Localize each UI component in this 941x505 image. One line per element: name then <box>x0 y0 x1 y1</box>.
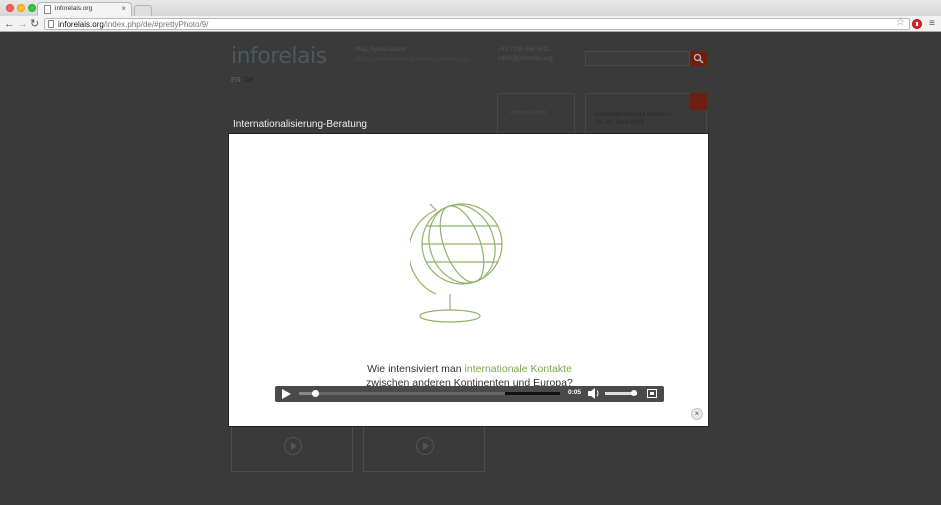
progress-handle[interactable] <box>311 390 319 397</box>
tagline: Maßgeschneiderte Beratungsleistungen <box>355 57 470 63</box>
play-icon[interactable] <box>416 437 434 455</box>
rss-icon[interactable] <box>690 93 707 110</box>
new-tab-button[interactable] <box>134 5 152 16</box>
page-icon <box>48 20 54 28</box>
profile-label: inforelais Profil <box>510 110 547 116</box>
email-link[interactable]: office@inforelais.org <box>498 56 553 62</box>
back-arrow-icon[interactable]: ← <box>4 17 15 31</box>
star-icon[interactable]: ☆ <box>896 16 905 29</box>
window-maximize-button[interactable] <box>28 4 36 12</box>
window-close-button[interactable] <box>6 4 14 12</box>
window-minimize-button[interactable] <box>17 4 25 12</box>
loaded-bar <box>505 392 560 395</box>
search-input[interactable] <box>585 51 690 66</box>
language-de[interactable]: DE <box>244 77 254 84</box>
play-icon[interactable] <box>284 437 302 455</box>
lightbox: Wie intensiviert man internationale Kont… <box>228 133 709 427</box>
language-en[interactable]: EN <box>231 77 241 84</box>
progress-bar[interactable] <box>299 390 560 397</box>
volume-icon[interactable] <box>587 387 601 400</box>
site-logo[interactable]: inforelais <box>231 44 327 69</box>
reload-icon[interactable]: ↻ <box>30 17 39 31</box>
volume-handle[interactable] <box>630 390 637 396</box>
close-button[interactable]: × <box>691 408 703 420</box>
search-icon <box>693 53 704 64</box>
play-button[interactable] <box>282 389 291 399</box>
phone-number: +43 7235 666 5411 <box>498 47 550 53</box>
event-title[interactable]: European Culture Forum – 19.-20. April 2… <box>595 111 690 127</box>
browser-titlebar: inforelais.org × <box>0 0 941 16</box>
forward-arrow-icon[interactable]: → <box>17 17 28 31</box>
tab-close-icon[interactable]: × <box>121 4 126 14</box>
browser-toolbar: ← → ↻ inforelais.org/index.php/de/#prett… <box>0 16 941 32</box>
globe-icon <box>410 203 503 323</box>
fullscreen-button[interactable] <box>647 389 657 398</box>
url-text[interactable]: inforelais.org/index.php/de/#prettyPhoto… <box>58 19 208 30</box>
tab-title: inforelais.org <box>55 5 93 12</box>
browser-tab[interactable]: inforelais.org × <box>37 2 132 16</box>
page-icon <box>44 5 51 14</box>
menu-icon[interactable]: ≡ <box>929 17 935 30</box>
lightbox-title: Internationalisierung-Beratung <box>233 119 367 130</box>
address-bar[interactable]: inforelais.org/index.php/de/#prettyPhoto… <box>44 18 910 30</box>
video-player-controls: 0:05 <box>275 386 664 402</box>
search-button[interactable] <box>690 51 707 66</box>
current-time: 0:05 <box>568 389 582 396</box>
extension-icon[interactable] <box>912 19 922 29</box>
owner-name: Mag. Sylvia Amann <box>355 47 407 53</box>
